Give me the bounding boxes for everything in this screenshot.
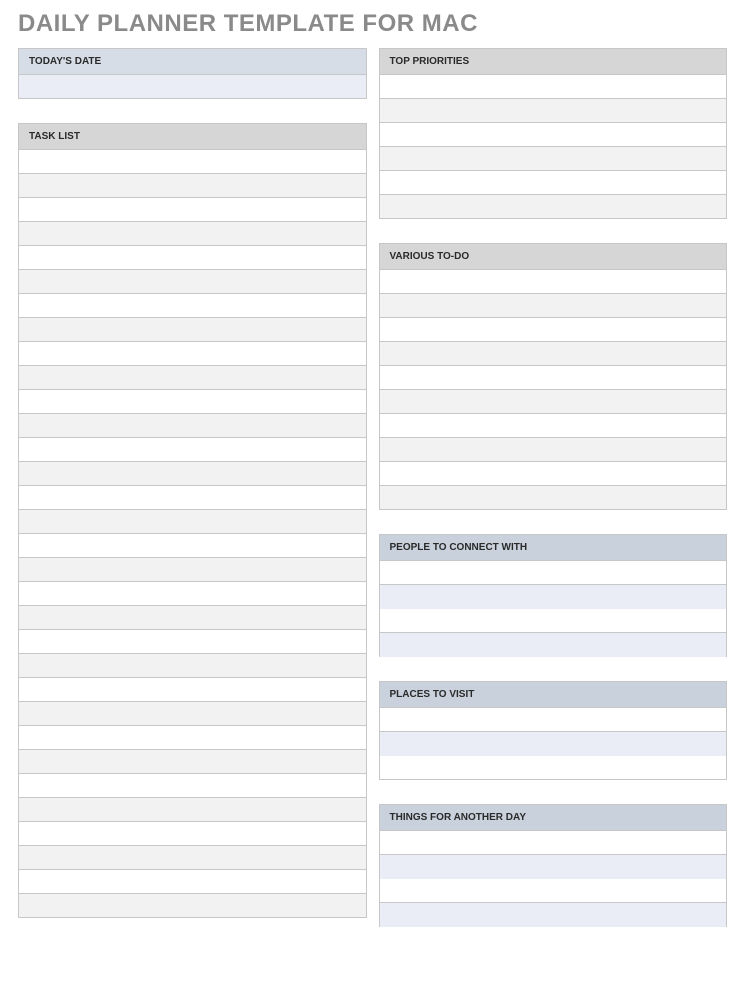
input-row[interactable] (379, 855, 728, 879)
input-row[interactable] (18, 654, 367, 678)
input-row[interactable] (18, 870, 367, 894)
input-row[interactable] (379, 147, 728, 171)
input-row[interactable] (379, 318, 728, 342)
page-title: DAILY PLANNER TEMPLATE FOR MAC (18, 10, 727, 38)
input-row[interactable] (18, 774, 367, 798)
input-row[interactable] (18, 150, 367, 174)
input-row[interactable] (18, 75, 367, 99)
input-row[interactable] (379, 270, 728, 294)
input-row[interactable] (18, 438, 367, 462)
section-todays-date: TODAY'S DATE (18, 48, 367, 99)
header-todays-date: TODAY'S DATE (18, 48, 367, 75)
input-row[interactable] (18, 702, 367, 726)
input-row[interactable] (18, 462, 367, 486)
input-row[interactable] (18, 270, 367, 294)
header-things-another-day: THINGS FOR ANOTHER DAY (379, 804, 728, 831)
input-row[interactable] (18, 582, 367, 606)
input-row[interactable] (18, 486, 367, 510)
input-row[interactable] (18, 390, 367, 414)
rows-todays-date (18, 75, 367, 99)
input-row[interactable] (379, 756, 728, 780)
rows-things-another-day (379, 831, 728, 927)
input-row[interactable] (18, 174, 367, 198)
input-row[interactable] (379, 99, 728, 123)
input-row[interactable] (379, 123, 728, 147)
input-row[interactable] (379, 708, 728, 732)
input-row[interactable] (18, 630, 367, 654)
input-row[interactable] (379, 171, 728, 195)
input-row[interactable] (379, 75, 728, 99)
input-row[interactable] (18, 342, 367, 366)
input-row[interactable] (379, 195, 728, 219)
input-row[interactable] (18, 678, 367, 702)
layout-columns: TODAY'S DATE TASK LIST TOP PRIORITIES VA… (18, 48, 727, 951)
input-row[interactable] (379, 342, 728, 366)
section-people-connect: PEOPLE TO CONNECT WITH (379, 534, 728, 657)
input-row[interactable] (18, 198, 367, 222)
section-task-list: TASK LIST (18, 123, 367, 918)
input-row[interactable] (379, 438, 728, 462)
input-row[interactable] (18, 822, 367, 846)
input-row[interactable] (379, 486, 728, 510)
input-row[interactable] (18, 318, 367, 342)
input-row[interactable] (379, 831, 728, 855)
input-row[interactable] (18, 846, 367, 870)
input-row[interactable] (379, 879, 728, 903)
input-row[interactable] (18, 246, 367, 270)
rows-people-connect (379, 561, 728, 657)
rows-places-visit (379, 708, 728, 780)
input-row[interactable] (18, 726, 367, 750)
input-row[interactable] (18, 294, 367, 318)
section-various-todo: VARIOUS TO-DO (379, 243, 728, 510)
rows-task-list (18, 150, 367, 918)
left-column: TODAY'S DATE TASK LIST (18, 48, 367, 951)
input-row[interactable] (18, 534, 367, 558)
header-task-list: TASK LIST (18, 123, 367, 150)
input-row[interactable] (379, 585, 728, 609)
input-row[interactable] (379, 366, 728, 390)
input-row[interactable] (18, 414, 367, 438)
input-row[interactable] (18, 798, 367, 822)
header-people-connect: PEOPLE TO CONNECT WITH (379, 534, 728, 561)
section-things-another-day: THINGS FOR ANOTHER DAY (379, 804, 728, 927)
input-row[interactable] (379, 609, 728, 633)
input-row[interactable] (379, 294, 728, 318)
input-row[interactable] (18, 606, 367, 630)
section-top-priorities: TOP PRIORITIES (379, 48, 728, 219)
section-places-visit: PLACES TO VISIT (379, 681, 728, 780)
input-row[interactable] (379, 462, 728, 486)
input-row[interactable] (379, 561, 728, 585)
rows-various-todo (379, 270, 728, 510)
input-row[interactable] (379, 414, 728, 438)
input-row[interactable] (379, 633, 728, 657)
input-row[interactable] (18, 222, 367, 246)
input-row[interactable] (18, 750, 367, 774)
input-row[interactable] (18, 510, 367, 534)
header-places-visit: PLACES TO VISIT (379, 681, 728, 708)
right-column: TOP PRIORITIES VARIOUS TO-DO PEOPLE TO C… (379, 48, 728, 951)
input-row[interactable] (379, 732, 728, 756)
header-various-todo: VARIOUS TO-DO (379, 243, 728, 270)
input-row[interactable] (379, 390, 728, 414)
input-row[interactable] (379, 903, 728, 927)
input-row[interactable] (18, 558, 367, 582)
input-row[interactable] (18, 894, 367, 918)
rows-top-priorities (379, 75, 728, 219)
header-top-priorities: TOP PRIORITIES (379, 48, 728, 75)
input-row[interactable] (18, 366, 367, 390)
